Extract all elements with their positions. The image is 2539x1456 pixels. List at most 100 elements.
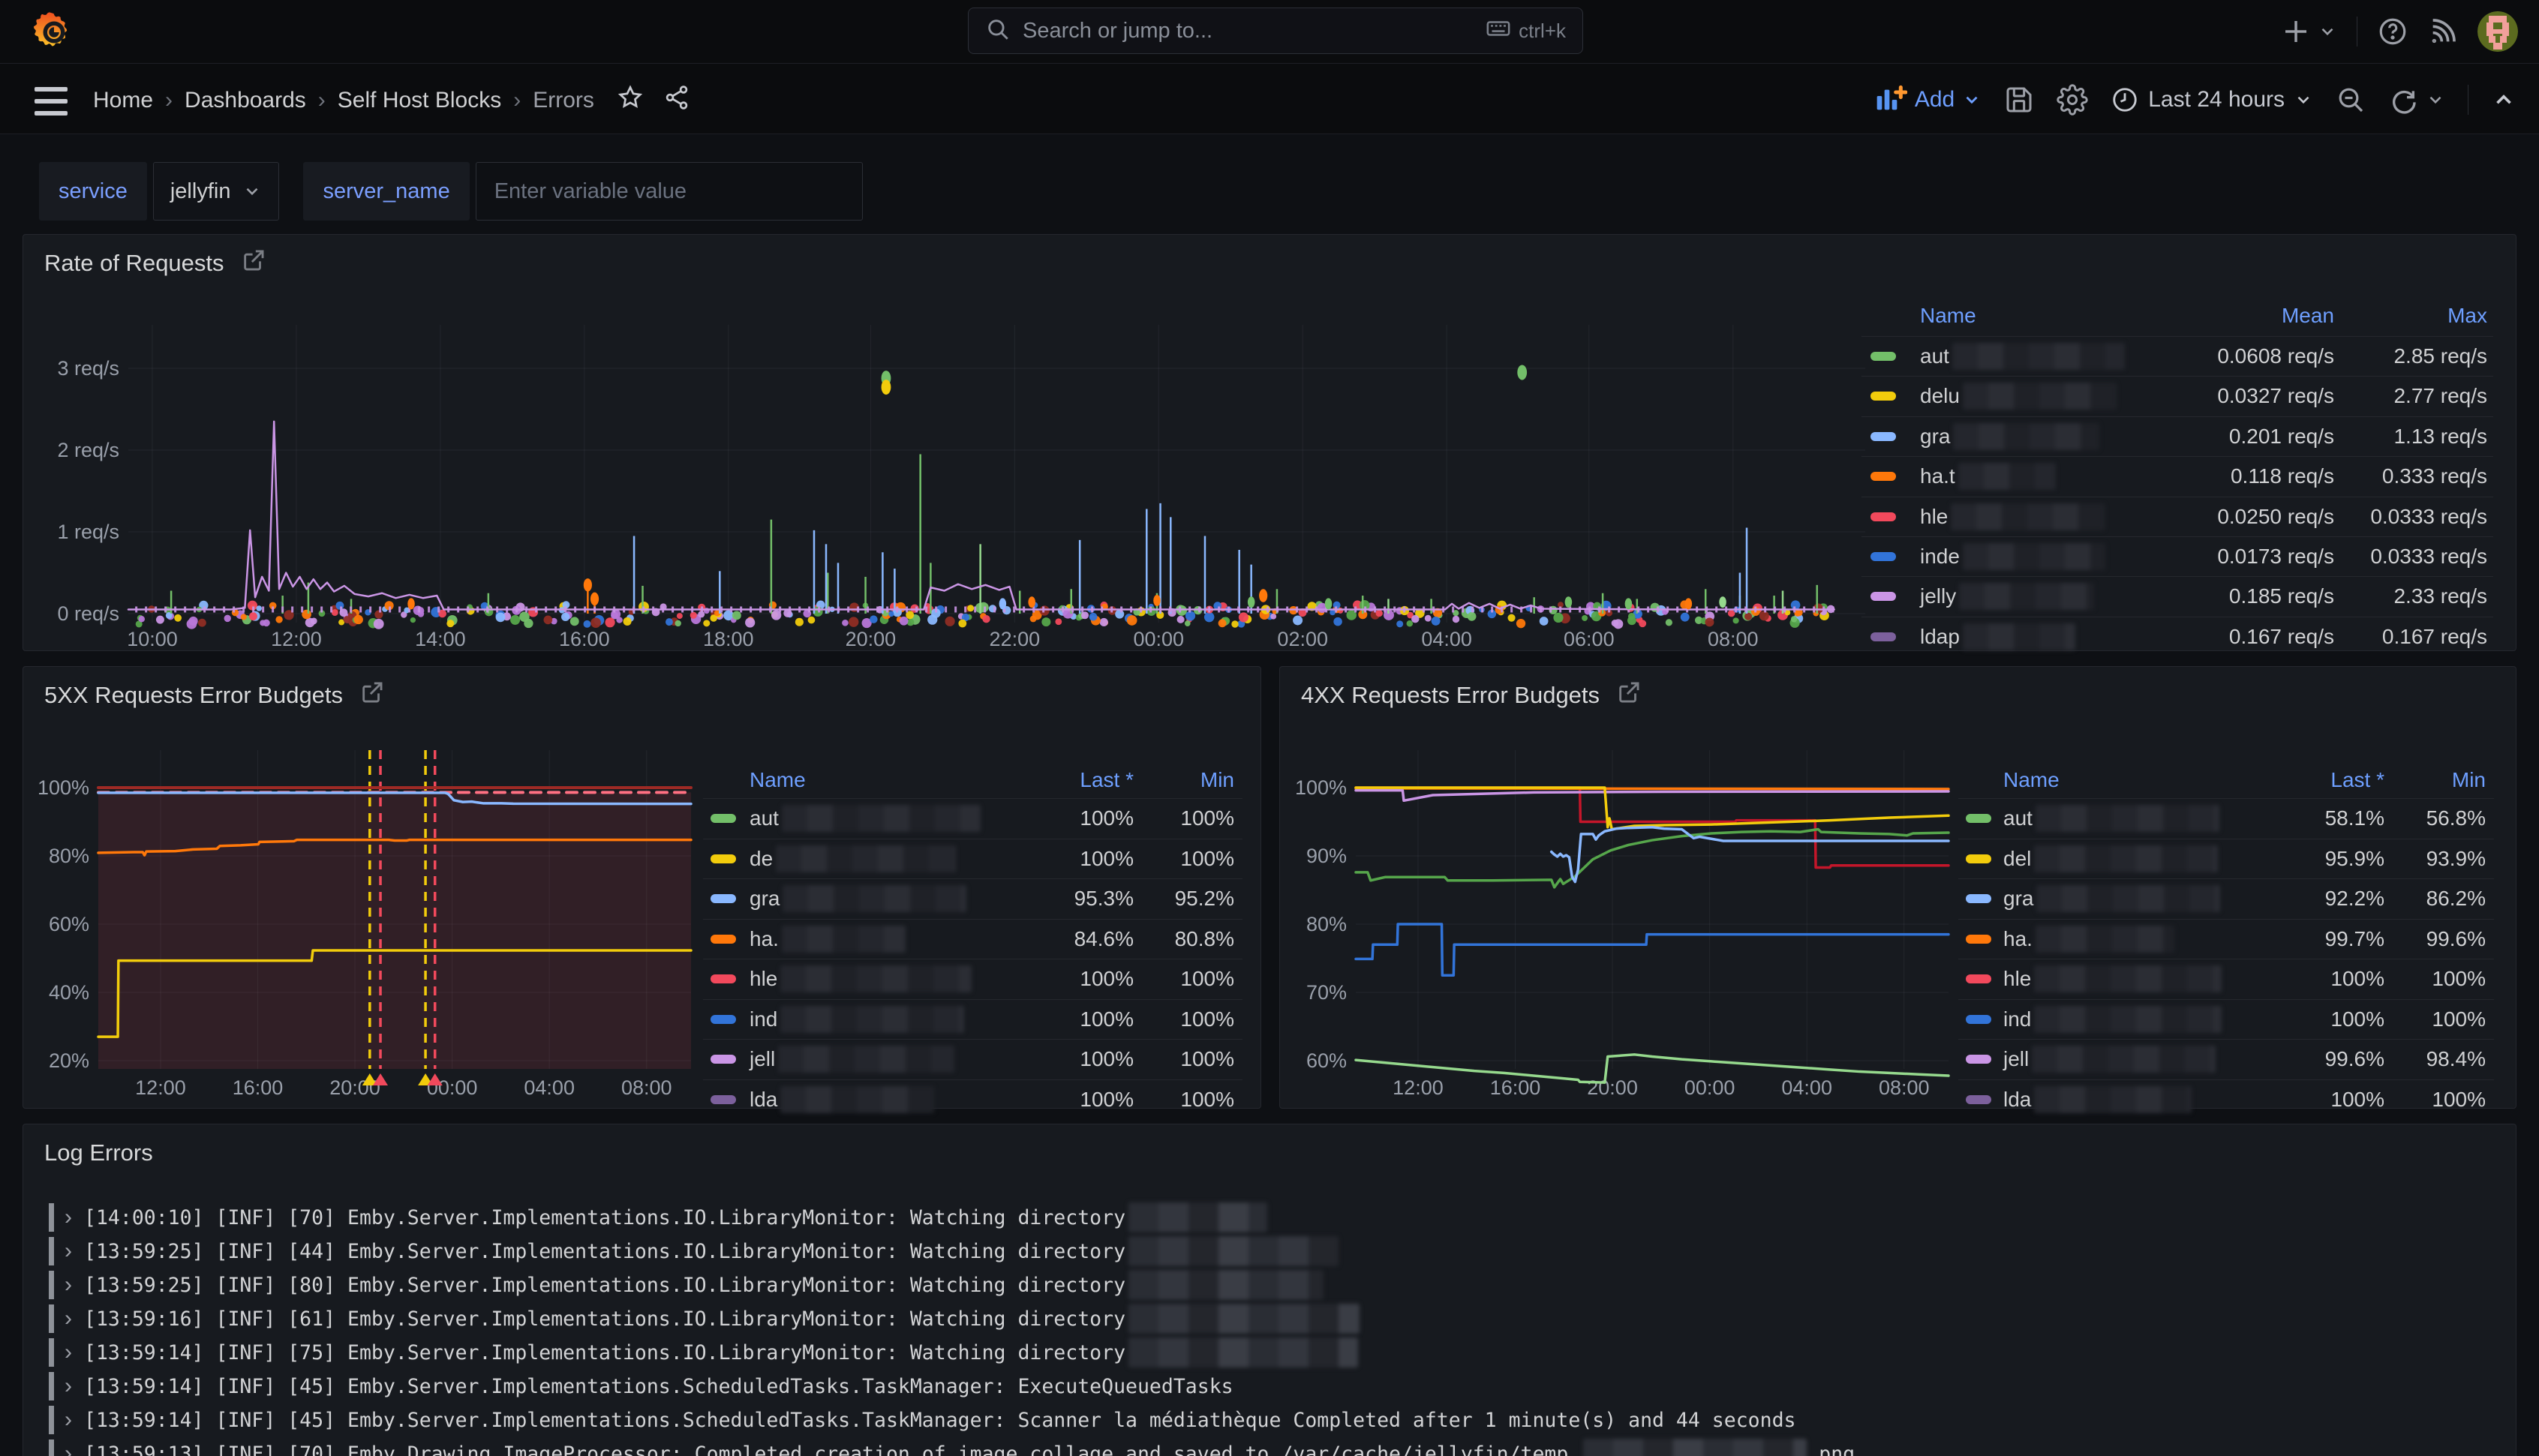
redacted-series-name (1963, 623, 2075, 650)
favorite-star-icon[interactable] (617, 84, 644, 117)
svg-text:0 req/s: 0 req/s (57, 602, 119, 625)
log-row[interactable]: ›[13:59:14] [INF] [45] Emby.Server.Imple… (49, 1403, 1795, 1436)
redacted-log-text (1583, 1439, 1807, 1456)
legend-row-divider (1861, 576, 2493, 577)
log-row[interactable]: ›[14:00:10] [INF] [70] Emby.Server.Imple… (49, 1201, 1267, 1234)
log-expand-icon[interactable]: › (65, 1238, 72, 1264)
legend-sort-max[interactable]: Max (2217, 304, 2487, 328)
legend-sort-name[interactable]: Name (2003, 768, 2060, 792)
help-icon[interactable] (2377, 16, 2408, 47)
panel-log-errors: Log Errors ›[14:00:10] [INF] [70] Emby.S… (23, 1124, 2516, 1456)
log-row[interactable]: ›[13:59:14] [INF] [45] Emby.Server.Imple… (49, 1370, 1233, 1403)
redacted-series-name (1958, 463, 2056, 490)
grafana-logo-icon[interactable] (32, 9, 77, 56)
save-dashboard-button[interactable] (2004, 85, 2034, 115)
panel-title: Log Errors (44, 1139, 153, 1166)
legend-series-color-chip (1870, 472, 1896, 481)
legend-series-label[interactable]: ha.t (1920, 461, 2056, 491)
log-expand-icon[interactable]: › (65, 1272, 72, 1298)
legend-value: 80.8% (964, 924, 1234, 954)
svg-text:12:00: 12:00 (135, 1076, 186, 1099)
menu-toggle-button[interactable] (35, 87, 68, 116)
breadcrumb-item-home[interactable]: Home (93, 88, 153, 113)
log-level-bar (49, 1338, 54, 1367)
share-icon[interactable] (663, 84, 690, 117)
log-expand-icon[interactable]: › (65, 1441, 72, 1456)
gear-icon (2057, 84, 2088, 116)
chevron-down-icon (242, 182, 262, 201)
legend-sort-min[interactable]: Min (964, 768, 1234, 792)
zoom-out-time-button[interactable] (2336, 85, 2366, 115)
legend-row-divider (703, 1039, 1242, 1040)
redacted-log-text (1128, 1202, 1267, 1232)
breadcrumb-item-self-host-blocks[interactable]: Self Host Blocks (338, 88, 501, 113)
legend-series-color-chip (1870, 592, 1896, 601)
variable-select-service[interactable]: jellyfin (153, 162, 280, 221)
svg-text:12:00: 12:00 (1393, 1076, 1444, 1099)
svg-text:22:00: 22:00 (990, 628, 1041, 650)
log-expand-icon[interactable]: › (65, 1340, 72, 1365)
add-panel-button[interactable]: Add (1874, 85, 1982, 115)
legend-value: 2.85 req/s (2217, 341, 2487, 371)
legend-series-color-chip (1966, 854, 1991, 863)
breadcrumb-item-dashboards[interactable]: Dashboards (185, 88, 306, 113)
refresh-button[interactable] (2388, 85, 2445, 115)
log-expand-icon[interactable]: › (65, 1205, 72, 1230)
search-shortcut-hint: ctrl+k (1519, 20, 1566, 43)
legend-series-color-chip (1870, 392, 1896, 401)
legend-row-divider (703, 798, 1242, 799)
dashboard-settings-button[interactable] (2057, 84, 2088, 116)
legend-sort-name[interactable]: Name (750, 768, 806, 792)
user-avatar[interactable] (2477, 11, 2518, 52)
collapse-toolbar-button[interactable] (2491, 87, 2516, 113)
log-row[interactable]: ›[13:59:13] [INF] [70] Emby.Drawing.Imag… (49, 1437, 1855, 1456)
legend-series-color-chip (1870, 552, 1896, 561)
global-search-input[interactable]: Search or jump to... ctrl+k (968, 8, 1583, 54)
log-row[interactable]: › [13:59:25] [INF] [80] Emby.Server.Imple… (49, 1268, 1324, 1301)
svg-text:80%: 80% (49, 845, 89, 867)
svg-text:60%: 60% (1306, 1049, 1347, 1072)
legend-value: 100% (964, 803, 1234, 833)
log-level-bar (49, 1372, 54, 1400)
svg-text:3 req/s: 3 req/s (57, 357, 119, 380)
svg-text:10:00: 10:00 (127, 628, 178, 650)
variable-input-server-name[interactable] (476, 162, 863, 221)
log-row[interactable]: ›[13:59:14] [INF] [75] Emby.Server.Imple… (49, 1336, 1358, 1369)
save-icon (2004, 85, 2034, 115)
log-expand-icon[interactable]: › (65, 1306, 72, 1331)
log-message-suffix: .png (1807, 1442, 1855, 1456)
svg-text:100%: 100% (38, 776, 89, 799)
time-range-picker[interactable]: Last 24 hours (2111, 86, 2313, 114)
new-item-button[interactable] (2280, 16, 2337, 47)
legend-value: 0.0333 req/s (2217, 502, 2487, 532)
svg-text:100%: 100% (1295, 776, 1347, 799)
legend-sort-min[interactable]: Min (2216, 768, 2486, 792)
log-expand-icon[interactable]: › (65, 1373, 72, 1399)
log-expand-icon[interactable]: › (65, 1407, 72, 1433)
search-icon (985, 17, 1011, 46)
legend-series-color-chip (711, 974, 736, 983)
legend-series-color-chip (1870, 432, 1896, 441)
svg-text:70%: 70% (1306, 981, 1347, 1004)
legend-series-label[interactable]: ldap (1920, 622, 2075, 652)
svg-text:20:00: 20:00 (846, 628, 897, 650)
legend-value: 95.2% (964, 884, 1234, 914)
variable-label-service: service (39, 162, 147, 221)
log-row[interactable]: ›[13:59:25] [INF] [44] Emby.Server.Imple… (49, 1235, 1339, 1268)
legend-value: 100% (964, 1004, 1234, 1034)
legend-sort-name[interactable]: Name (1920, 304, 1976, 328)
log-level-bar (49, 1406, 54, 1434)
svg-text:16:00: 16:00 (1490, 1076, 1541, 1099)
legend-value: 56.8% (2216, 803, 2486, 833)
svg-text:40%: 40% (49, 981, 89, 1004)
log-row[interactable]: ›[13:59:16] [INF] [61] Emby.Server.Imple… (49, 1302, 1360, 1335)
panel-rate-of-requests: Rate of Requests 0 req/s1 req/s2 req/s3 … (23, 234, 2516, 651)
log-message: [13:59:25] [INF] [80] Emby.Server.Implem… (84, 1274, 1125, 1297)
panel-5xx-error-budgets: 5XX Requests Error Budgets 100%80%60%40%… (23, 666, 1261, 1109)
news-rss-icon[interactable] (2428, 17, 2458, 47)
legend-value: 98.4% (2216, 1044, 2486, 1074)
legend-series-color-chip (1966, 1095, 1991, 1104)
legend-row-divider (1958, 919, 2494, 920)
legend-value: 100% (964, 964, 1234, 994)
legend-series-color-chip (1870, 352, 1896, 361)
